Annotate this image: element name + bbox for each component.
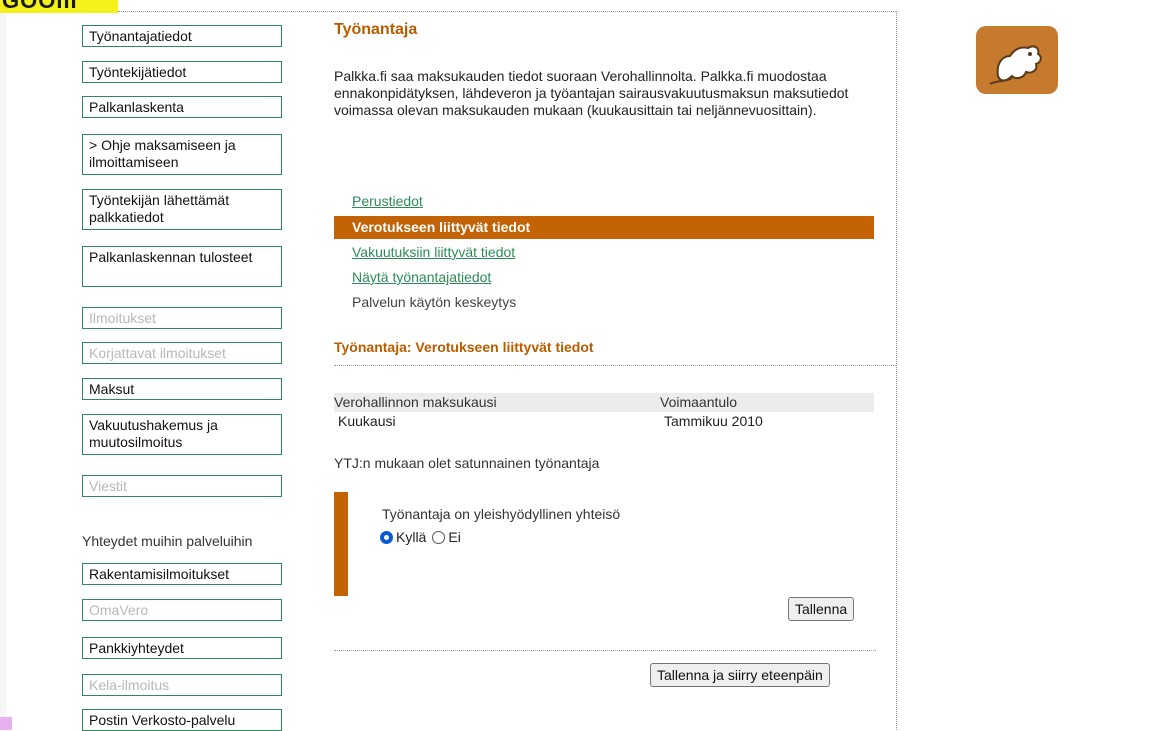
section-title: Työnantaja: Verotukseen liittyvät tiedot bbox=[334, 339, 594, 355]
sidebar-link-postin-verkosto[interactable]: Postin Verkosto-palvelu bbox=[82, 709, 282, 731]
ytj-note: YTJ:n mukaan olet satunnainen työnantaja bbox=[334, 455, 600, 471]
bottom-divider bbox=[334, 650, 876, 651]
radio-kylla-label[interactable]: Kyllä bbox=[396, 529, 426, 545]
corner-marker bbox=[0, 717, 12, 730]
sidebar-item-ohje-maksamiseen[interactable]: > Ohje maksamiseen ja ilmoittamiseen bbox=[82, 134, 282, 175]
tab-nayta-tyonantajatiedot[interactable]: Näytä työnantajatiedot bbox=[352, 268, 491, 286]
sidebar-item-korjattavat-ilmoitukset: Korjattavat ilmoitukset bbox=[82, 342, 282, 364]
tax-period-table: Verohallinnon maksukausi Voimaantulo Kuu… bbox=[334, 393, 874, 430]
sidebar-link-kela-ilmoitus: Kela-ilmoitus bbox=[82, 674, 282, 696]
logo-figure-icon bbox=[989, 45, 1042, 85]
tab-perustiedot[interactable]: Perustiedot bbox=[352, 192, 423, 210]
callout-bar bbox=[334, 492, 348, 596]
sidebar-link-pankkiyhteydet[interactable]: Pankkiyhteydet bbox=[82, 637, 282, 659]
sidebar-item-palkanlaskennan-tulosteet[interactable]: Palkanlaskennan tulosteet bbox=[82, 246, 282, 287]
sidebar-item-ilmoitukset: Ilmoitukset bbox=[82, 307, 282, 329]
tab-palvelun-kayton-keskeytys: Palvelun käytön keskeytys bbox=[352, 294, 517, 310]
table-header-row: Verohallinnon maksukausi Voimaantulo bbox=[334, 393, 874, 412]
left-edge-strip bbox=[0, 13, 6, 717]
page-title: Työnantaja bbox=[334, 21, 418, 38]
tab-vakuutuksiin-liittyvat-tiedot[interactable]: Vakuutuksiin liittyvät tiedot bbox=[352, 243, 515, 261]
sidebar-item-tyontekijan-palkkatiedot[interactable]: Työntekijän lähettämät palkkatiedot bbox=[82, 189, 282, 230]
save-and-continue-button[interactable]: Tallenna ja siirry eteenpäin bbox=[650, 663, 830, 687]
table-row: Kuukausi Tammikuu 2010 bbox=[334, 412, 874, 430]
top-highlight-fragment: GOOIII bbox=[0, 0, 118, 13]
table-cell-voimaantulo: Tammikuu 2010 bbox=[664, 413, 763, 429]
intro-text: Palkka.fi saa maksukauden tiedot suoraan… bbox=[334, 68, 849, 118]
nonprofit-question: Työnantaja on yleishyödyllinen yhteisö bbox=[382, 506, 621, 522]
table-header-maksukausi: Verohallinnon maksukausi bbox=[334, 394, 497, 410]
sidebar-link-omavero: OmaVero bbox=[82, 599, 282, 621]
sidebar-item-maksut[interactable]: Maksut bbox=[82, 378, 282, 400]
save-button[interactable]: Tallenna bbox=[788, 597, 855, 621]
radio-kylla[interactable] bbox=[380, 530, 393, 544]
sidebar-item-tyontekijatiedot[interactable]: Työntekijätiedot bbox=[82, 61, 282, 83]
sidebar-item-viestit: Viestit bbox=[82, 475, 282, 497]
cartoon-figure-logo-icon bbox=[976, 26, 1058, 94]
sidebar-section-heading: Yhteydet muihin palveluihin bbox=[82, 533, 253, 549]
top-divider bbox=[118, 11, 896, 12]
top-fragment-text: GOOIII bbox=[2, 0, 78, 13]
radio-ei-label[interactable]: Ei bbox=[448, 529, 460, 545]
sidebar-link-rakentamisilmoitukset[interactable]: Rakentamisilmoitukset bbox=[82, 563, 282, 585]
table-cell-maksukausi: Kuukausi bbox=[338, 413, 396, 429]
nonprofit-radio-group: Kyllä Ei bbox=[380, 528, 467, 546]
right-column-divider bbox=[896, 11, 897, 730]
radio-ei[interactable] bbox=[432, 530, 446, 544]
sidebar-item-palkanlaskenta[interactable]: Palkanlaskenta bbox=[82, 96, 282, 118]
sidebar-item-tyonantajatiedot[interactable]: Työnantajatiedot bbox=[82, 25, 282, 47]
tab-verotukseen-liittyvat-tiedot: Verotukseen liittyvät tiedot bbox=[334, 216, 874, 239]
section-divider bbox=[334, 365, 896, 366]
sidebar-item-vakuutushakemus[interactable]: Vakuutushakemus ja muutosilmoitus bbox=[82, 414, 282, 455]
table-header-voimaantulo: Voimaantulo bbox=[660, 394, 738, 410]
